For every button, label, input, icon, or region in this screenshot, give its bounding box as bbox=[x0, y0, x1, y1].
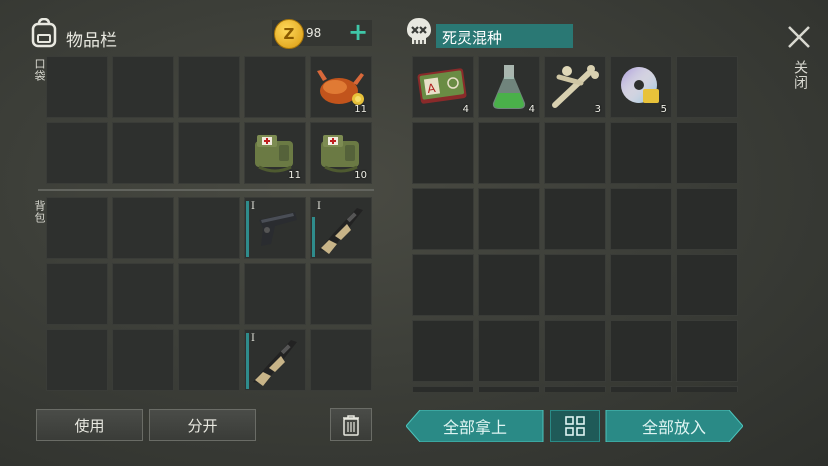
durability-bar bbox=[246, 333, 249, 389]
loot-slot[interactable] bbox=[412, 188, 474, 250]
pocket-slot[interactable] bbox=[178, 122, 240, 184]
trash-button[interactable] bbox=[330, 408, 372, 441]
loot-slot[interactable] bbox=[412, 254, 474, 316]
loot-slot-bones[interactable]: 3 bbox=[544, 56, 606, 118]
backpack-slot[interactable] bbox=[46, 329, 108, 391]
close-label: 关闭 bbox=[792, 60, 808, 90]
loot-slot[interactable] bbox=[478, 122, 540, 184]
backpack-slot-pistol[interactable]: I bbox=[244, 197, 306, 259]
loot-slot[interactable] bbox=[478, 320, 540, 382]
split-button[interactable]: 分开 bbox=[149, 409, 256, 441]
loot-slot-disc[interactable]: 5 bbox=[610, 56, 672, 118]
coin-amount: 98 bbox=[306, 26, 322, 40]
backpack-label: 背包 bbox=[33, 200, 46, 224]
close-button[interactable]: 关闭 bbox=[784, 22, 814, 102]
durability-bar bbox=[246, 201, 249, 257]
coin-counter: Z 98 + bbox=[272, 19, 372, 49]
close-icon bbox=[788, 26, 810, 48]
pocket-slot[interactable] bbox=[244, 56, 306, 118]
assault-rifle-icon bbox=[319, 208, 363, 254]
put-all-button[interactable]: 全部放入 bbox=[605, 410, 743, 442]
loot-slot[interactable] bbox=[676, 320, 738, 382]
pocket-slot[interactable] bbox=[112, 122, 174, 184]
loot-slot[interactable] bbox=[544, 320, 606, 382]
take-all-button[interactable]: 全部拿上 bbox=[406, 410, 544, 442]
loot-slot[interactable] bbox=[544, 386, 606, 392]
backpack-slot[interactable] bbox=[112, 263, 174, 325]
loot-slot[interactable] bbox=[412, 122, 474, 184]
loot-slot[interactable] bbox=[676, 122, 738, 184]
loot-slot[interactable] bbox=[676, 386, 738, 392]
pocket-slot-medbag[interactable]: 11 bbox=[244, 122, 306, 184]
item-quantity: 4 bbox=[528, 104, 535, 115]
item-quantity: 10 bbox=[354, 170, 367, 181]
backpack-slot[interactable] bbox=[178, 263, 240, 325]
backpack-slot[interactable] bbox=[310, 263, 372, 325]
loot-slot[interactable] bbox=[544, 254, 606, 316]
item-quantity: 4 bbox=[462, 104, 469, 115]
loot-slot[interactable] bbox=[412, 386, 474, 392]
loot-slot[interactable] bbox=[610, 254, 672, 316]
loot-slot-flask[interactable]: 4 bbox=[478, 56, 540, 118]
loot-slot[interactable] bbox=[610, 188, 672, 250]
backpack-slot[interactable] bbox=[310, 329, 372, 391]
use-button[interactable]: 使用 bbox=[36, 409, 143, 441]
durability-bar bbox=[312, 217, 315, 257]
add-coins-button[interactable]: + bbox=[346, 20, 370, 46]
skull-icon bbox=[404, 16, 434, 48]
item-quantity: 11 bbox=[288, 170, 301, 181]
pocket-slot[interactable] bbox=[178, 56, 240, 118]
backpack-slot[interactable] bbox=[244, 263, 306, 325]
loot-slot-card[interactable]: A 4 bbox=[412, 56, 474, 118]
loot-slot[interactable] bbox=[676, 56, 738, 118]
inventory-title: 物品栏 bbox=[66, 31, 117, 51]
pocket-slot-medbag[interactable]: 10 bbox=[310, 122, 372, 184]
assault-rifle-icon bbox=[253, 340, 297, 386]
loot-slot[interactable] bbox=[544, 122, 606, 184]
loot-slot[interactable] bbox=[544, 188, 606, 250]
loot-slot[interactable] bbox=[676, 254, 738, 316]
backpack-slot[interactable] bbox=[112, 329, 174, 391]
sort-grid-button[interactable] bbox=[550, 410, 600, 442]
put-all-label: 全部放入 bbox=[641, 418, 706, 437]
container-title: 死灵混种 bbox=[442, 29, 503, 47]
item-quantity: 5 bbox=[660, 104, 667, 115]
pocket-label: 口袋 bbox=[33, 58, 46, 82]
loot-slot[interactable] bbox=[676, 188, 738, 250]
take-all-label: 全部拿上 bbox=[442, 418, 507, 437]
pocket-slot[interactable] bbox=[46, 122, 108, 184]
backpack-slot[interactable] bbox=[46, 263, 108, 325]
loot-grid: A 4 4 3 5 bbox=[409, 54, 741, 392]
backpack-slot-rifle[interactable]: I bbox=[244, 329, 306, 391]
backpack-slot[interactable] bbox=[46, 197, 108, 259]
pocket-slot-chicken[interactable]: 11 bbox=[310, 56, 372, 118]
trash-icon bbox=[343, 414, 359, 436]
backpack-slot-rifle[interactable]: I bbox=[310, 197, 372, 259]
loot-slot[interactable] bbox=[412, 320, 474, 382]
item-quantity: 3 bbox=[594, 104, 601, 115]
backpack-slot[interactable] bbox=[112, 197, 174, 259]
grid-icon bbox=[565, 416, 585, 436]
loot-slot[interactable] bbox=[478, 188, 540, 250]
backpack-slot[interactable] bbox=[178, 197, 240, 259]
pistol-icon bbox=[259, 212, 297, 246]
backpack-slot[interactable] bbox=[178, 329, 240, 391]
pocket-slot[interactable] bbox=[112, 56, 174, 118]
loot-slot[interactable] bbox=[610, 122, 672, 184]
section-divider bbox=[38, 189, 374, 191]
item-quantity: 11 bbox=[354, 104, 367, 115]
loot-slot[interactable] bbox=[478, 386, 540, 392]
coin-icon: Z bbox=[274, 19, 304, 49]
pocket-slot[interactable] bbox=[46, 56, 108, 118]
loot-slot[interactable] bbox=[610, 320, 672, 382]
loot-slot[interactable] bbox=[478, 254, 540, 316]
loot-slot[interactable] bbox=[610, 386, 672, 392]
backpack-icon bbox=[30, 17, 58, 48]
